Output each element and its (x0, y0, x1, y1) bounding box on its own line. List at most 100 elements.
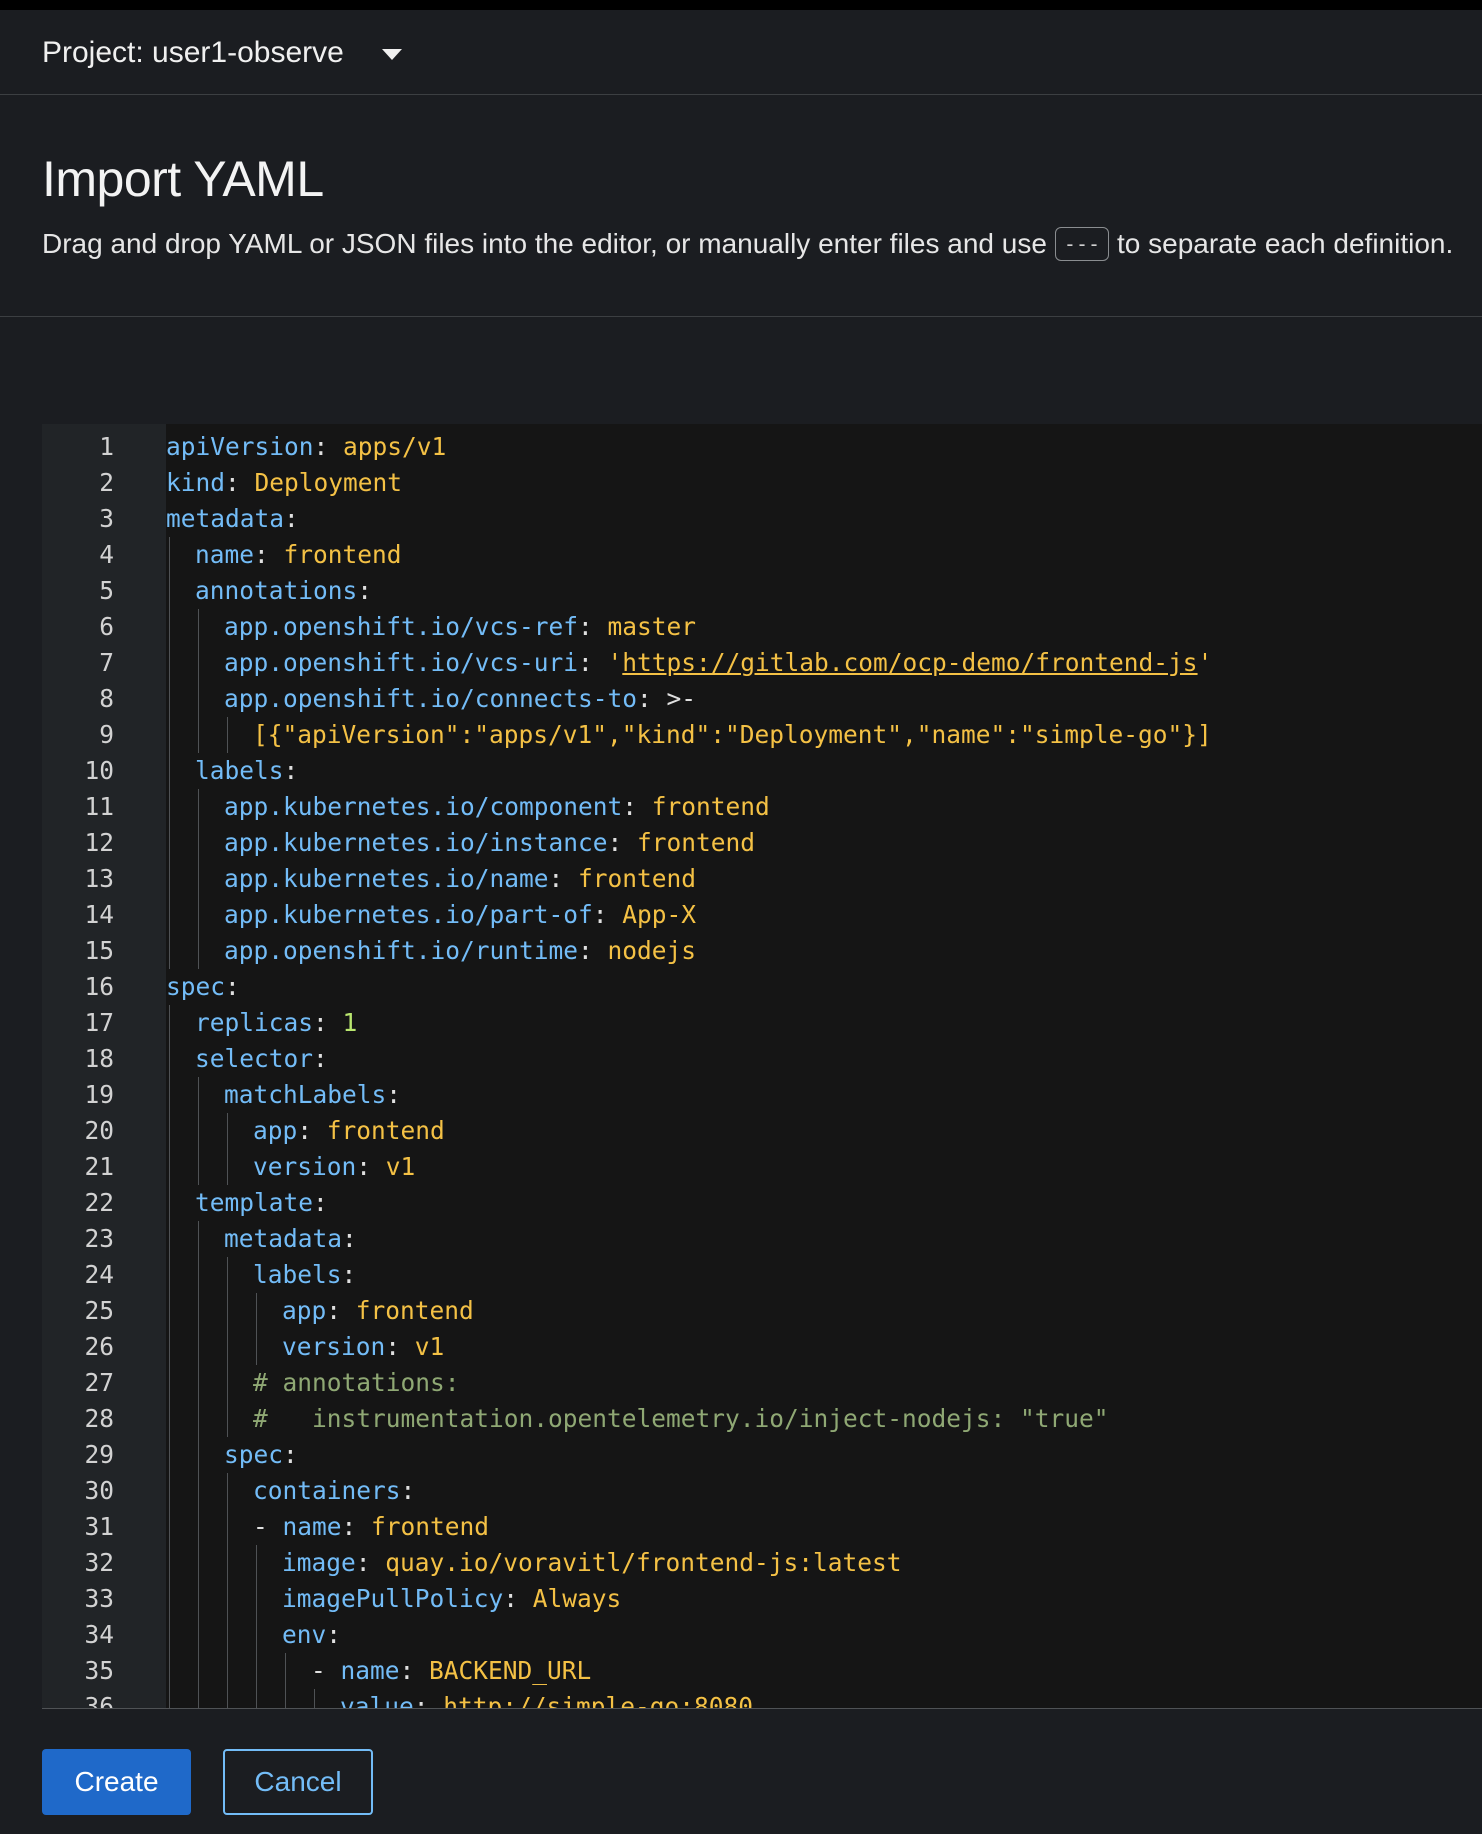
code-text: app: frontend (282, 1293, 474, 1329)
masthead-strip (0, 0, 1482, 10)
code-token: [{"apiVersion":"apps/v1","kind":"Deploym… (253, 720, 1212, 749)
code-line: 6 app.openshift.io/vcs-ref: master (42, 609, 1482, 645)
code-token: app.kubernetes.io/part-of (224, 900, 593, 929)
code-line: 7 app.openshift.io/vcs-uri: 'https://gitl… (42, 645, 1482, 681)
indent-guide (256, 1293, 257, 1329)
indent-guide (256, 1617, 257, 1653)
yaml-code-editor[interactable]: 1 apiVersion: apps/v1 2 kind: Deployment 3 me… (42, 424, 1482, 1708)
indent-guide (169, 1293, 170, 1329)
line-number: 34 (84, 1620, 114, 1649)
code-line: 13 app.kubernetes.io/name: frontend (42, 861, 1482, 897)
indent-guide (256, 1653, 257, 1689)
code-token: apiVersion (166, 432, 314, 461)
code-text: labels: (253, 1257, 356, 1293)
indent-guide (285, 1689, 286, 1708)
code-token: : (400, 1476, 416, 1505)
indent-guide (227, 1401, 228, 1437)
code-token: : (313, 432, 344, 461)
code-token: app.kubernetes.io/name (224, 864, 549, 893)
code-token: version (253, 1152, 357, 1181)
code-text: app.kubernetes.io/part-of: App-X (224, 897, 696, 933)
code-token: : (607, 828, 638, 857)
indent-guide (169, 537, 170, 573)
indent-guide (198, 1545, 199, 1581)
code-token: app.openshift.io/vcs-uri (224, 648, 579, 677)
indent-guide (256, 1329, 257, 1365)
code-text: containers: (253, 1473, 415, 1509)
indent-guide (198, 681, 199, 717)
code-text: app: frontend (253, 1113, 445, 1149)
code-line: 33 imagePullPolicy: Always (42, 1581, 1482, 1617)
page-header: Import YAML Drag and drop YAML or JSON f… (0, 95, 1482, 317)
code-line: 25 app: frontend (42, 1293, 1482, 1329)
indent-guide (227, 1257, 228, 1293)
code-token: : (622, 792, 652, 821)
code-text: app.kubernetes.io/component: frontend (224, 789, 770, 825)
line-number: 16 (84, 972, 114, 1001)
code-token: annotations (195, 576, 358, 605)
code-token: nodejs (607, 936, 697, 965)
indent-guide (198, 1437, 199, 1473)
code-text: version: v1 (253, 1149, 415, 1185)
code-token: app.openshift.io/vcs-ref (224, 612, 579, 641)
indent-guide (198, 1689, 199, 1708)
code-token: imagePullPolicy (282, 1584, 504, 1613)
line-number: 22 (84, 1188, 114, 1217)
code-token: Deployment (254, 468, 403, 497)
line-number: 32 (84, 1548, 114, 1577)
code-line: 12 app.kubernetes.io/instance: frontend (42, 825, 1482, 861)
indent-guide (198, 861, 199, 897)
code-token: : (385, 1332, 415, 1361)
indent-guide (169, 573, 170, 609)
indent-guide (169, 1689, 170, 1708)
code-text: template: (195, 1185, 328, 1221)
indent-guide (169, 825, 170, 861)
code-token: BACKEND_URL (429, 1656, 592, 1685)
line-number: 5 (99, 576, 114, 605)
separator-code: --- (1054, 227, 1110, 261)
indent-guide (227, 1293, 228, 1329)
code-text: metadata: (224, 1221, 357, 1257)
indent-guide (198, 1617, 199, 1653)
indent-guide (227, 1689, 228, 1708)
code-text: matchLabels: (224, 1077, 401, 1113)
code-token: : (283, 756, 299, 785)
project-bar: Project: user1-observe (0, 10, 1482, 95)
line-number: 13 (84, 864, 114, 893)
code-text: version: v1 (282, 1329, 444, 1365)
indent-guide (227, 1509, 228, 1545)
code-token: kind (166, 468, 226, 497)
code-token: # instrumentation.opentelemetry.io/injec… (253, 1404, 1109, 1433)
code-token: ' (1197, 648, 1213, 677)
code-line: 15 app.openshift.io/runtime: nodejs (42, 933, 1482, 969)
indent-guide (169, 1581, 170, 1617)
line-number: 23 (84, 1224, 114, 1253)
project-selector-dropdown[interactable]: Project: user1-observe (42, 32, 402, 74)
indent-guide (198, 825, 199, 861)
code-line: 8 app.openshift.io/connects-to: >- (42, 681, 1482, 717)
code-token: version (282, 1332, 386, 1361)
code-line: 17 replicas: 1 (42, 1005, 1482, 1041)
code-line: 14 app.kubernetes.io/part-of: App-X (42, 897, 1482, 933)
indent-guide (169, 1041, 170, 1077)
code-line: 3 metadata: (42, 501, 1482, 537)
code-token: selector (195, 1044, 314, 1073)
indent-guide (169, 1221, 170, 1257)
code-token: master (607, 612, 697, 641)
code-line: 34 env: (42, 1617, 1482, 1653)
code-token[interactable]: https://gitlab.com/ocp-demo/frontend-js (622, 648, 1197, 677)
code-token: replicas (195, 1008, 314, 1037)
code-token: : (284, 504, 299, 533)
cancel-button[interactable]: Cancel (223, 1749, 373, 1815)
indent-guide (256, 1581, 257, 1617)
create-button[interactable]: Create (42, 1749, 191, 1815)
indent-guide (198, 1401, 199, 1437)
code-text: app.openshift.io/vcs-uri: 'https://gitla… (224, 645, 1212, 681)
indent-guide (169, 753, 170, 789)
indent-guide (256, 1545, 257, 1581)
line-number: 15 (84, 936, 114, 965)
code-token: matchLabels (224, 1080, 387, 1109)
code-text: # annotations: (253, 1365, 460, 1401)
indent-guide (227, 1653, 228, 1689)
indent-guide (227, 1473, 228, 1509)
